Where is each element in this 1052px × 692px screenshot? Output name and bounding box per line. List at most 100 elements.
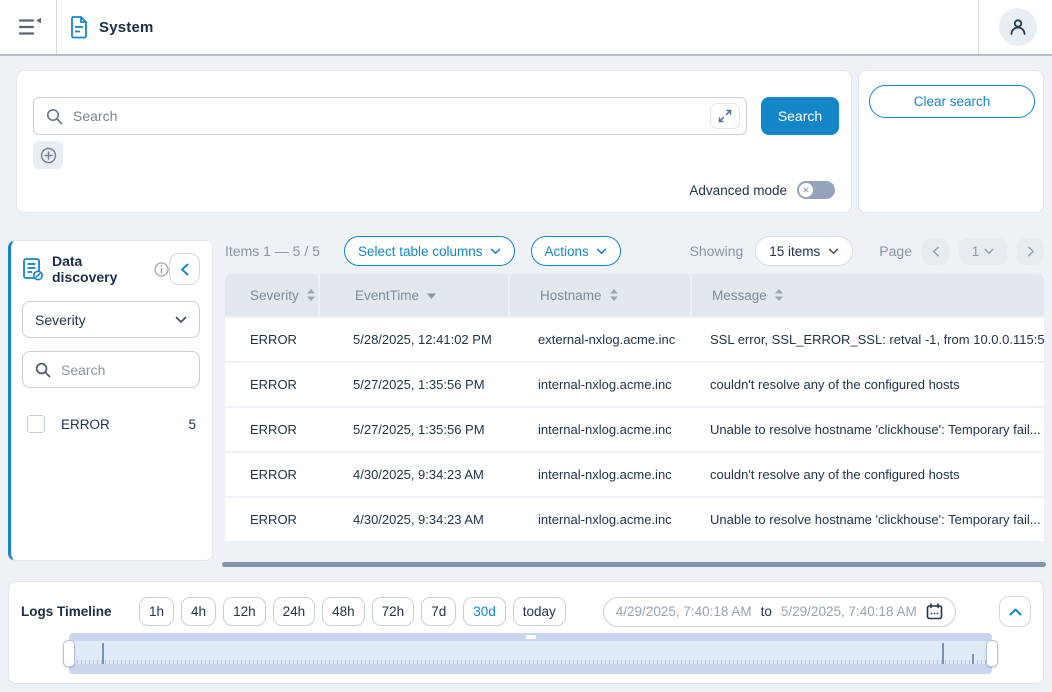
brush-handle-left[interactable] xyxy=(63,640,75,667)
column-label: EventTime xyxy=(355,288,419,303)
page-title: System xyxy=(99,19,154,36)
horizontal-scrollbar[interactable] xyxy=(222,562,1046,567)
brush-top-bar[interactable] xyxy=(69,633,992,641)
system-document-icon xyxy=(69,15,89,39)
date-range-picker[interactable]: 4/29/2025, 7:40:18 AM to 5/29/2025, 7:40… xyxy=(603,597,956,627)
brush-bottom-bar xyxy=(69,664,992,674)
menu-toggle-icon[interactable] xyxy=(18,17,42,37)
search-panel: Search Advanced mode ✕ xyxy=(16,70,852,213)
calendar-icon xyxy=(926,603,943,620)
table-row[interactable]: ERROR 5/27/2025, 1:35:56 PM internal-nxl… xyxy=(225,363,1044,406)
date-to-label: to xyxy=(761,604,772,619)
toggle-off-x-icon: ✕ xyxy=(799,183,813,197)
range-button-7d[interactable]: 7d xyxy=(421,597,456,626)
chevron-up-icon xyxy=(1009,608,1022,616)
chevron-down-icon xyxy=(984,248,994,255)
timeline-spike xyxy=(972,654,974,664)
expand-search-icon[interactable] xyxy=(710,103,740,129)
column-header-severity[interactable]: Severity xyxy=(225,274,318,316)
page-size-value: 15 items xyxy=(769,244,820,259)
header-divider xyxy=(56,0,57,54)
timeline-spike xyxy=(942,643,944,664)
data-discovery-icon xyxy=(22,257,44,281)
facet-item-error[interactable]: ERROR 5 xyxy=(22,415,200,433)
cell-hostname: internal-nxlog.acme.inc xyxy=(508,422,690,437)
add-condition-button[interactable] xyxy=(33,141,63,169)
actions-button[interactable]: Actions xyxy=(531,236,621,266)
brush-handle-right[interactable] xyxy=(986,640,998,667)
facet-checkbox[interactable] xyxy=(27,415,45,433)
cell-message: couldn't resolve any of the configured h… xyxy=(690,377,1044,392)
facet-field-value: Severity xyxy=(35,312,86,328)
next-page-button[interactable] xyxy=(1017,238,1044,265)
brush-selection-area[interactable] xyxy=(69,641,992,660)
column-header-message[interactable]: Message xyxy=(690,274,1044,316)
cell-severity: ERROR xyxy=(225,422,318,437)
logs-timeline-panel: Logs Timeline 1h 4h 12h 24h 48h 72h 7d 3… xyxy=(8,581,1044,684)
collapse-timeline-button[interactable] xyxy=(999,596,1031,627)
cell-hostname: internal-nxlog.acme.inc xyxy=(508,512,690,527)
advanced-mode-toggle[interactable]: ✕ xyxy=(797,181,835,199)
range-button-1h[interactable]: 1h xyxy=(139,597,174,626)
facet-label: ERROR xyxy=(61,417,110,432)
table-row[interactable]: ERROR 4/30/2025, 9:34:23 AM internal-nxl… xyxy=(225,453,1044,496)
sort-icon xyxy=(775,289,783,301)
range-button-4h[interactable]: 4h xyxy=(181,597,216,626)
column-header-hostname[interactable]: Hostname xyxy=(508,274,690,316)
column-label: Message xyxy=(712,288,767,303)
table-header-row: Severity EventTime Hostname Message xyxy=(225,274,1044,316)
range-button-30d[interactable]: 30d xyxy=(463,597,506,626)
range-button-24h[interactable]: 24h xyxy=(273,597,316,626)
facet-search-input[interactable] xyxy=(61,362,199,378)
date-to: 5/29/2025, 7:40:18 AM xyxy=(781,604,917,619)
user-avatar[interactable] xyxy=(999,8,1037,46)
cell-severity: ERROR xyxy=(225,377,318,392)
page-number-select[interactable]: 1 xyxy=(959,238,1007,265)
page-size-select[interactable]: 15 items xyxy=(755,236,853,266)
chevron-down-icon xyxy=(828,248,839,255)
column-header-eventtime[interactable]: EventTime xyxy=(318,274,508,316)
advanced-mode-label: Advanced mode xyxy=(689,183,787,198)
cell-severity: ERROR xyxy=(225,332,318,347)
collapse-panel-button[interactable] xyxy=(169,253,200,285)
timeline-brush[interactable] xyxy=(69,633,992,674)
table-row[interactable]: ERROR 5/27/2025, 1:35:56 PM internal-nxl… xyxy=(225,408,1044,451)
search-icon xyxy=(46,108,63,125)
sort-icon xyxy=(610,289,618,301)
select-columns-button[interactable]: Select table columns xyxy=(344,236,515,266)
facet-count: 5 xyxy=(188,417,196,432)
chevron-down-icon xyxy=(596,248,607,255)
table-row[interactable]: ERROR 5/28/2025, 12:41:02 PM external-nx… xyxy=(225,318,1044,361)
search-input[interactable] xyxy=(73,108,710,124)
cell-message: Unable to resolve hostname 'clickhouse':… xyxy=(690,512,1044,527)
logs-timeline-title: Logs Timeline xyxy=(21,604,139,619)
data-discovery-panel: Data discovery Severity xyxy=(8,240,213,561)
column-label: Hostname xyxy=(540,288,602,303)
sort-desc-icon xyxy=(427,292,436,304)
timeline-spike xyxy=(102,643,104,664)
range-button-today[interactable]: today xyxy=(513,597,566,626)
table-row[interactable]: ERROR 4/30/2025, 9:34:23 AM internal-nxl… xyxy=(225,498,1044,541)
range-button-72h[interactable]: 72h xyxy=(372,597,415,626)
cell-severity: ERROR xyxy=(225,467,318,482)
actions-label: Actions xyxy=(545,244,589,259)
date-from: 4/29/2025, 7:40:18 AM xyxy=(616,604,752,619)
data-discovery-title: Data discovery xyxy=(52,253,148,285)
facet-search-icon xyxy=(35,362,51,378)
cell-eventtime: 4/30/2025, 9:34:23 AM xyxy=(318,512,508,527)
clear-search-button[interactable]: Clear search xyxy=(869,85,1035,118)
app-header: System xyxy=(0,0,1052,56)
cell-severity: ERROR xyxy=(225,512,318,527)
range-button-48h[interactable]: 48h xyxy=(322,597,365,626)
cell-message: SSL error, SSL_ERROR_SSL: retval -1, fro… xyxy=(690,332,1044,347)
clear-search-panel: Clear search xyxy=(858,70,1044,213)
showing-label: Showing xyxy=(690,243,744,259)
info-icon[interactable] xyxy=(154,262,169,277)
cell-hostname: internal-nxlog.acme.inc xyxy=(508,377,690,392)
facet-field-select[interactable]: Severity xyxy=(22,301,200,338)
range-button-12h[interactable]: 12h xyxy=(223,597,266,626)
search-button[interactable]: Search xyxy=(761,97,839,135)
prev-page-button[interactable] xyxy=(922,238,949,265)
cell-message: couldn't resolve any of the configured h… xyxy=(690,467,1044,482)
header-right-divider xyxy=(978,0,979,54)
